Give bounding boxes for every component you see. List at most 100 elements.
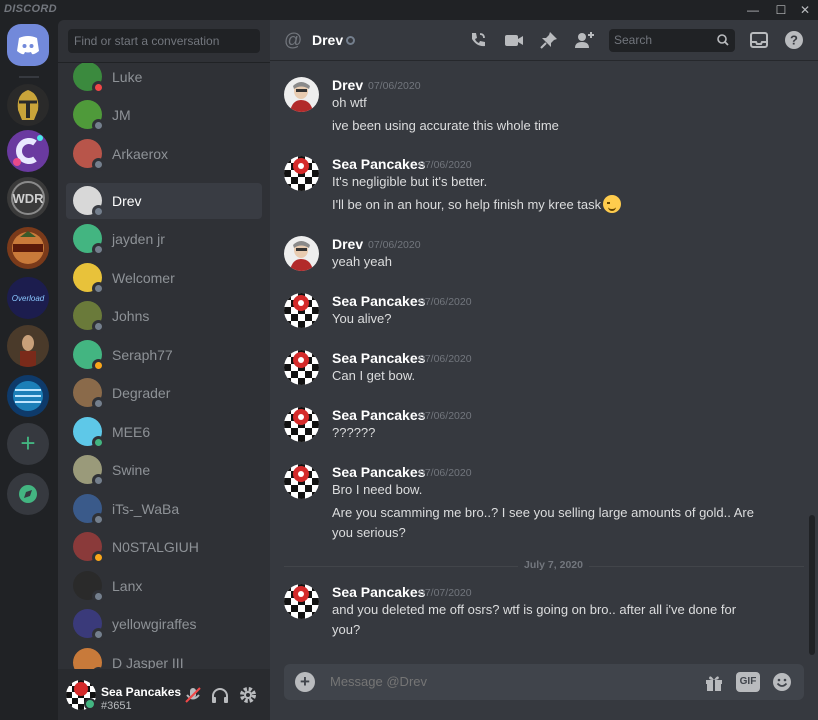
message-timestamp: 07/06/2020 [368,80,421,92]
message-text: Can I get bow. [332,366,762,386]
server-icon-4[interactable] [7,227,49,269]
message-text-content: Bro I need bow. [332,482,423,497]
chat-area: @ Drev Search ? Drev 07/06/2020 oh wtf i… [270,20,818,720]
avatar[interactable] [284,293,319,328]
message-list: Drev 07/06/2020 oh wtf ive been using accur… [270,61,818,659]
inbox-button[interactable] [748,29,770,51]
microphone-muted-icon [185,687,201,703]
add-server-button[interactable]: + [7,423,49,465]
dm-item[interactable]: N0STALGIUH [66,529,262,565]
dm-item[interactable]: yellowgiraffes [66,606,262,642]
status-indicator [92,628,105,641]
message-input[interactable] [330,664,630,700]
emoji-picker-button[interactable] [771,671,793,693]
status-indicator [346,36,355,45]
maximize-button[interactable]: ☐ [768,0,794,20]
checkered-avatar-icon [284,350,319,385]
message-text-content: Can I get bow. [332,368,416,383]
gif-picker-button[interactable]: GIF [736,672,760,692]
server-icon-1[interactable] [7,84,49,126]
status-indicator [92,359,105,372]
scrollbar-thumb[interactable] [809,515,815,655]
dm-item-name: jayden jr [112,231,165,247]
dm-item[interactable]: Degrader [66,375,262,411]
message-text: I'll be on in an hour, so help finish my… [332,195,762,215]
avatar [73,378,105,410]
avatar[interactable] [284,350,319,385]
minimize-button[interactable]: — [740,0,766,20]
dm-item[interactable]: Johns [66,298,262,334]
start-video-call-button[interactable] [503,29,525,51]
message-author[interactable]: Sea Pancakes [332,156,425,172]
dm-item[interactable]: Swine [66,452,262,488]
dm-item[interactable]: Welcomer [66,260,262,296]
pinned-messages-button[interactable] [538,29,560,51]
video-camera-icon [505,35,523,46]
message-composer: + GIF [284,664,804,700]
message-author[interactable]: Sea Pancakes [332,407,425,423]
message-text-content: and you deleted me off osrs? wtf is goin… [332,602,737,637]
pin-icon [540,32,557,49]
mute-button[interactable] [182,685,204,705]
status-indicator [92,474,105,487]
avatar[interactable] [284,584,319,619]
message-author[interactable]: Sea Pancakes [332,350,425,366]
plus-icon: + [300,672,310,691]
find-conversation-input[interactable]: Find or start a conversation [68,29,260,53]
deafen-button[interactable] [209,685,231,705]
message-timestamp: 07/06/2020 [419,353,472,365]
dm-item[interactable]: Drev [66,183,262,219]
server-icon-7[interactable] [7,375,49,417]
message-author[interactable]: Drev [332,236,363,252]
message-text-content: ive been using accurate this whole time [332,118,559,133]
add-friends-to-dm-button[interactable] [573,29,595,51]
server-icon-6[interactable] [7,325,49,367]
help-button[interactable]: ? [783,29,805,51]
dm-item[interactable]: JM [66,97,262,133]
inbox-icon [750,32,768,48]
status-indicator [92,243,105,256]
server-icon-overload[interactable]: Overload [7,277,49,319]
close-button[interactable]: ✕ [792,0,818,20]
avatar[interactable] [284,77,319,112]
message-text-content: Are you scamming me bro..? I see you sel… [332,505,754,540]
avatar [73,340,105,372]
message-author[interactable]: Sea Pancakes [332,584,425,600]
status-indicator [92,205,105,218]
checkered-avatar-icon [66,680,96,710]
dm-item-name: Arkaerox [112,146,169,162]
dm-item[interactable]: MEE6 [66,414,262,450]
message-text: Are you scamming me bro..? I see you sel… [332,503,762,543]
explore-servers-button[interactable] [7,473,49,515]
status-indicator [92,158,105,171]
dm-item[interactable]: jayden jr [66,221,262,257]
svg-text:?: ? [790,33,798,48]
server-icon-2[interactable] [7,130,49,172]
help-icon: ? [785,31,803,49]
dm-item[interactable]: Luke [66,63,262,95]
avatar[interactable] [284,156,319,191]
avatar[interactable] [284,407,319,442]
message-text: oh wtf [332,93,762,113]
user-settings-button[interactable] [237,685,259,705]
server-icon-wdr[interactable]: WDR [7,177,49,219]
message-author[interactable]: Drev [332,77,363,93]
dm-item[interactable]: Seraph77 [66,337,262,373]
home-button[interactable] [7,24,49,66]
dm-item[interactable]: Arkaerox [66,136,262,172]
avatar [73,609,105,641]
message-author[interactable]: Sea Pancakes [332,464,425,480]
avatar [73,63,105,94]
upload-button[interactable]: + [295,672,315,692]
smiley-icon [773,673,791,691]
avatar[interactable] [284,464,319,499]
dm-item[interactable]: D Jasper III [66,645,262,669]
avatar[interactable] [66,680,96,710]
send-gift-button[interactable] [703,671,725,693]
avatar[interactable] [284,236,319,271]
message-timestamp: 07/06/2020 [419,296,472,308]
start-voice-call-button[interactable] [467,29,489,51]
dm-item[interactable]: iTs-_WaBa [66,491,262,527]
dm-item[interactable]: Lanx [66,568,262,604]
message-author[interactable]: Sea Pancakes [332,293,425,309]
